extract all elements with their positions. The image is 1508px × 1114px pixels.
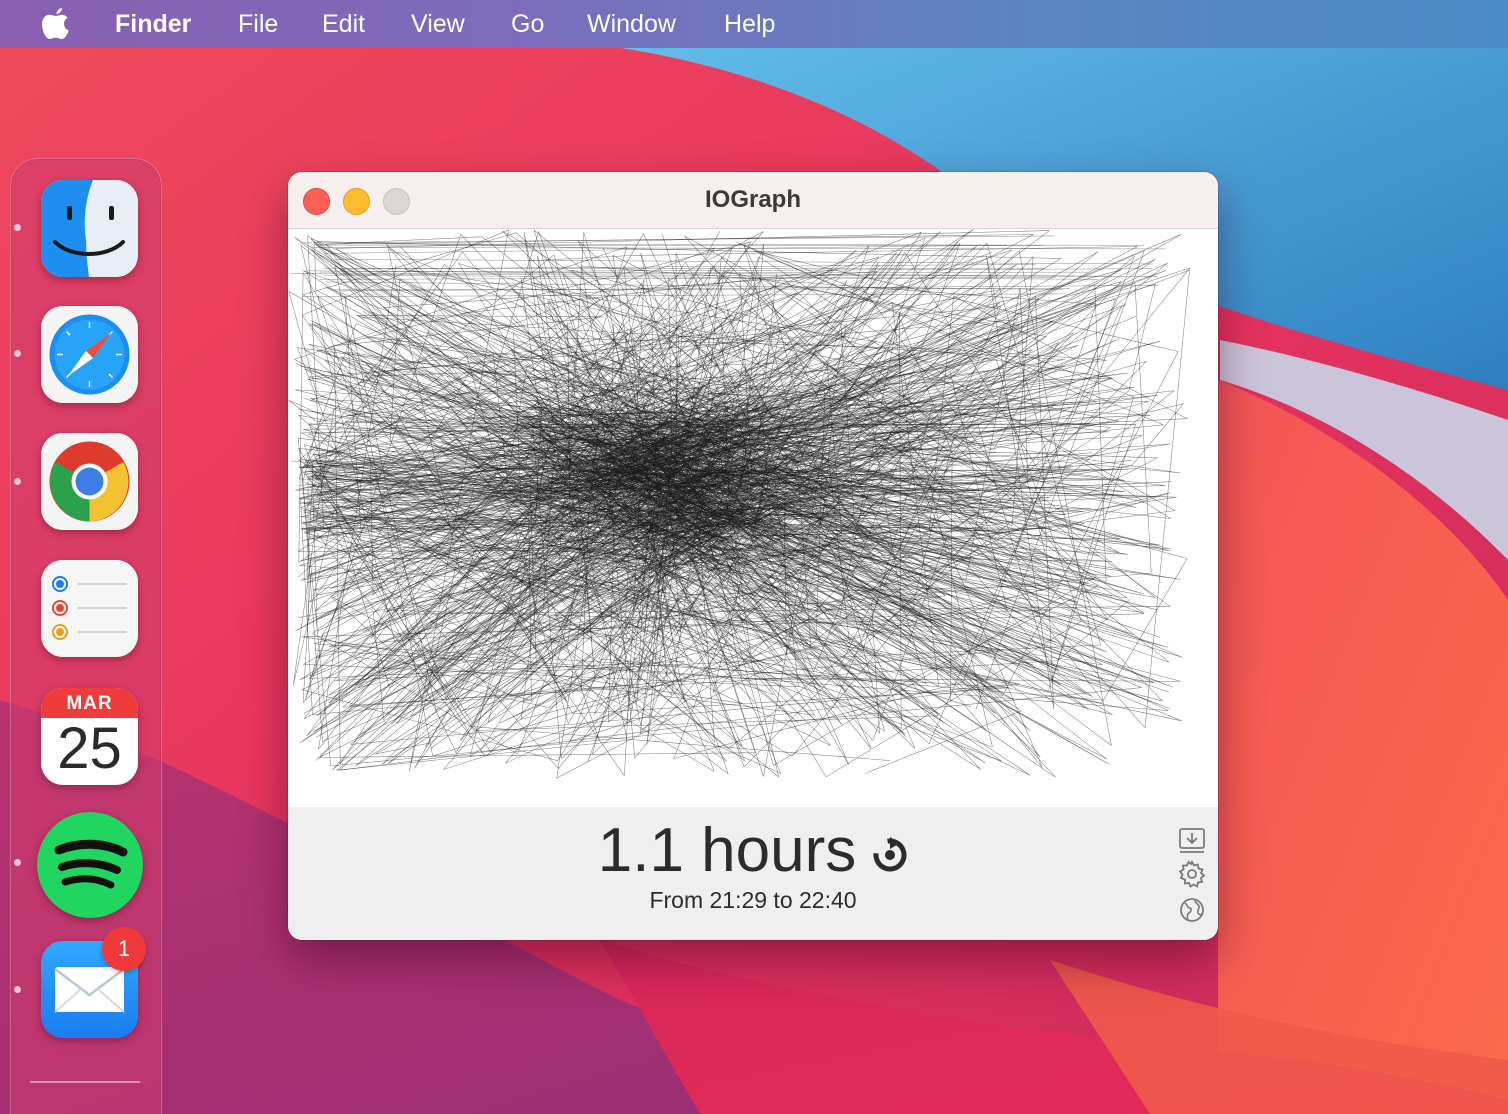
menu-finder[interactable]: Finder (115, 0, 191, 48)
dock-app-chrome[interactable] (41, 433, 138, 530)
calendar-month: MAR (41, 688, 138, 718)
running-indicator (14, 224, 21, 231)
gear-icon[interactable] (1177, 859, 1207, 889)
dock-app-spotify[interactable] (37, 812, 143, 918)
desktop: Finder File Edit View Go Window Help MAR… (0, 0, 1508, 1114)
iograph-window: IOGraph 1.1 hours From 21:29 to 22:40 (288, 172, 1218, 940)
running-indicator (14, 478, 21, 485)
globe-icon[interactable] (1177, 895, 1207, 925)
dock-app-safari[interactable] (41, 306, 138, 403)
window-titlebar[interactable]: IOGraph (288, 172, 1218, 229)
spotify-icon (37, 812, 143, 918)
finder-icon (41, 180, 138, 277)
trace-path (323, 244, 1007, 254)
trace-path (319, 244, 1044, 246)
menu-help[interactable]: Help (724, 0, 775, 48)
trace-path (319, 268, 1153, 273)
menu-file[interactable]: File (238, 0, 278, 48)
dock-divider (30, 1081, 140, 1083)
chrome-icon (41, 433, 138, 530)
trace-path (300, 235, 1055, 244)
duration-display: 1.1 hours (288, 815, 1218, 886)
duration-value: 1.1 hours (597, 816, 857, 885)
mouse-trace-canvas (288, 229, 1218, 807)
time-range: From 21:29 to 22:40 (649, 887, 857, 913)
window-title: IOGraph (704, 186, 801, 213)
running-indicator (14, 350, 21, 357)
menu-bar: Finder File Edit View Go Window Help (0, 0, 1508, 48)
menu-go[interactable]: Go (511, 0, 544, 48)
calendar-day: 25 (57, 716, 122, 781)
reset-icon[interactable] (872, 836, 908, 873)
save-download-icon[interactable] (1177, 825, 1207, 855)
running-indicator (14, 986, 21, 993)
dock-app-reminders[interactable] (41, 560, 138, 657)
dock-app-calendar[interactable]: MAR 25 (41, 688, 138, 785)
reminders-icon (41, 560, 138, 657)
safari-icon (41, 306, 138, 403)
stats-panel: 1.1 hours From 21:29 to 22:40 (288, 807, 1218, 940)
dock-app-finder[interactable] (41, 180, 138, 277)
mail-unread-badge: 1 (102, 927, 146, 971)
menu-window[interactable]: Window (587, 0, 676, 48)
apple-logo-icon[interactable] (40, 6, 72, 42)
running-indicator (14, 859, 21, 866)
mouse-trace-paths (288, 229, 1191, 779)
menu-view[interactable]: View (411, 0, 465, 48)
menu-edit[interactable]: Edit (322, 0, 365, 48)
